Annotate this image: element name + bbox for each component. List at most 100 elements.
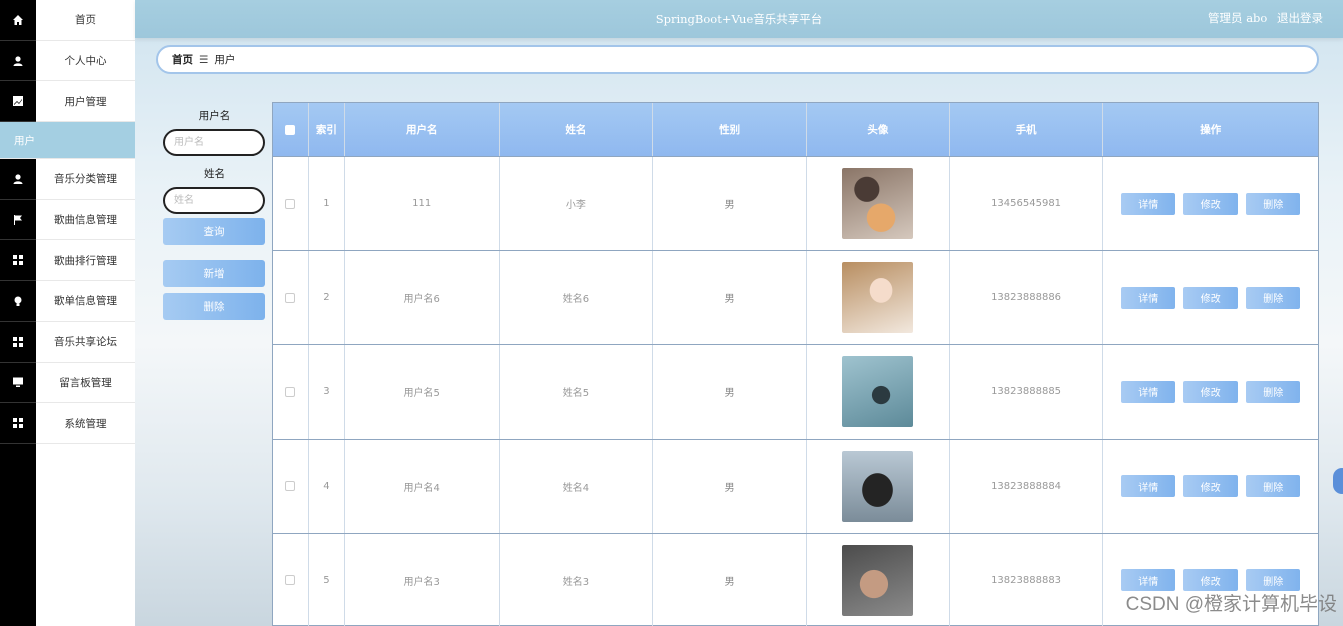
- sidebar-item-song-ranking[interactable]: 歌曲排行管理: [36, 240, 135, 282]
- cell-gender: 男: [653, 439, 807, 533]
- detail-button[interactable]: 详情: [1121, 380, 1176, 403]
- grid-icon[interactable]: [0, 322, 36, 363]
- cell-phone: 13823888884: [950, 439, 1104, 533]
- header-gender: 性别: [653, 103, 807, 156]
- query-button[interactable]: 查询: [163, 218, 265, 245]
- cell-index: 4: [309, 439, 345, 533]
- cell-name: 姓名3: [500, 533, 654, 626]
- edit-button[interactable]: 修改: [1183, 475, 1239, 498]
- header-avatar: 头像: [807, 103, 950, 156]
- cell-phone: 13456545981: [950, 157, 1104, 251]
- delete-button[interactable]: 删除: [1246, 475, 1301, 498]
- header-phone: 手机: [950, 103, 1104, 156]
- batch-delete-button[interactable]: 删除: [163, 293, 265, 320]
- breadcrumb-separator-icon: ☰: [199, 53, 209, 66]
- edit-button[interactable]: 修改: [1183, 192, 1239, 215]
- top-header: SpringBoot+Vue音乐共享平台 管理员 abo 退出登录: [135, 0, 1343, 38]
- row-checkbox[interactable]: [285, 481, 296, 492]
- logout-link[interactable]: 退出登录: [1277, 11, 1323, 25]
- cell-gender: 男: [653, 533, 807, 626]
- cell-username: 用户名4: [345, 439, 500, 533]
- delete-button[interactable]: 删除: [1246, 286, 1301, 309]
- cell-index: 2: [309, 251, 345, 345]
- grid-icon[interactable]: [0, 240, 36, 282]
- avatar: [842, 262, 914, 334]
- name-search-input[interactable]: [163, 187, 265, 214]
- sidebar-item-song-info[interactable]: 歌曲信息管理: [36, 200, 135, 241]
- row-checkbox[interactable]: [285, 386, 296, 397]
- table-row: 2 用户名6 姓名6 男 13823888886 详情 修改 删除: [273, 250, 1318, 345]
- select-all-cell: [273, 103, 309, 156]
- grid-icon[interactable]: [0, 403, 36, 444]
- app-title: SpringBoot+Vue音乐共享平台: [655, 12, 823, 26]
- avatar: [842, 544, 914, 616]
- sidebar-item-users[interactable]: 用户: [0, 122, 135, 160]
- cell-gender: 男: [653, 251, 807, 345]
- table-row: 3 用户名5 姓名5 男 13823888885 详情 修改 删除: [273, 344, 1318, 439]
- cell-username: 用户名6: [345, 251, 500, 345]
- cell-name: 小李: [500, 157, 654, 251]
- detail-button[interactable]: 详情: [1121, 192, 1176, 215]
- cell-username: 用户名5: [345, 345, 500, 439]
- cell-name: 姓名6: [500, 251, 654, 345]
- floating-side-button[interactable]: [1333, 468, 1343, 494]
- detail-button[interactable]: 详情: [1121, 286, 1176, 309]
- cell-name: 姓名5: [500, 345, 654, 439]
- avatar: [842, 356, 914, 428]
- monitor-icon[interactable]: [0, 363, 36, 404]
- cell-gender: 男: [653, 345, 807, 439]
- add-button[interactable]: 新增: [163, 260, 265, 287]
- chart-icon[interactable]: [0, 81, 36, 123]
- header-name: 姓名: [500, 103, 654, 156]
- breadcrumb: 首页 ☰ 用户: [156, 45, 1319, 74]
- cell-name: 姓名4: [500, 439, 654, 533]
- sidebar-item-forum[interactable]: 音乐共享论坛: [36, 322, 135, 363]
- breadcrumb-current: 用户: [214, 54, 236, 66]
- name-label: 姓名: [204, 168, 225, 180]
- sidebar-item-personal-center[interactable]: 个人中心: [36, 41, 135, 82]
- sidebar-item-playlist-info[interactable]: 歌单信息管理: [36, 281, 135, 322]
- edit-button[interactable]: 修改: [1183, 380, 1239, 403]
- row-checkbox[interactable]: [285, 198, 296, 209]
- table-header: 索引 用户名 姓名 性别 头像 手机 操作: [273, 103, 1318, 156]
- user-icon[interactable]: [0, 41, 36, 82]
- user-icon[interactable]: [0, 159, 36, 200]
- sidebar-item-system[interactable]: 系统管理: [36, 403, 135, 444]
- sidebar-item-user-management[interactable]: 用户管理: [36, 81, 135, 123]
- table-row: 1 111 小李 男 13456545981 详情 修改 删除: [273, 156, 1318, 251]
- cell-index: 1: [309, 157, 345, 251]
- cell-phone: 13823888885: [950, 345, 1104, 439]
- delete-button[interactable]: 删除: [1246, 192, 1301, 215]
- sidebar-item-message-board[interactable]: 留言板管理: [36, 363, 135, 404]
- cell-index: 5: [309, 533, 345, 626]
- username-search-input[interactable]: [163, 129, 265, 156]
- user-table: 索引 用户名 姓名 性别 头像 手机 操作 1 111 小李 男 1345654…: [272, 102, 1319, 626]
- cell-phone: 13823888886: [950, 251, 1104, 345]
- edit-button[interactable]: 修改: [1183, 286, 1239, 309]
- table-row: 4 用户名4 姓名4 男 13823888884 详情 修改 删除: [273, 438, 1318, 533]
- header-actions: 操作: [1200, 124, 1222, 136]
- header-user-area: 管理员 abo 退出登录: [1202, 10, 1323, 26]
- cell-index: 3: [309, 345, 345, 439]
- sidebar-item-home[interactable]: 首页: [36, 0, 135, 41]
- avatar: [842, 450, 914, 522]
- header-index: 索引: [309, 103, 345, 156]
- cell-phone: 13823888883: [950, 533, 1104, 626]
- sidebar-item-music-category[interactable]: 音乐分类管理: [36, 159, 135, 200]
- home-icon[interactable]: [0, 0, 36, 41]
- delete-button[interactable]: 删除: [1246, 380, 1301, 403]
- cell-username: 用户名3: [345, 533, 500, 626]
- row-checkbox[interactable]: [285, 575, 296, 586]
- header-username: 用户名: [345, 103, 500, 156]
- select-all-checkbox[interactable]: [285, 124, 296, 135]
- detail-button[interactable]: 详情: [1121, 475, 1176, 498]
- breadcrumb-home[interactable]: 首页: [172, 52, 193, 67]
- row-checkbox[interactable]: [285, 292, 296, 303]
- cell-gender: 男: [653, 157, 807, 251]
- flag-icon[interactable]: [0, 200, 36, 241]
- username-label: 用户名: [198, 110, 231, 122]
- admin-user-label: 管理员 abo: [1208, 11, 1268, 25]
- sidebar-menu: 首页 个人中心 用户管理 用户 音乐分类管理 歌曲信息管理 歌曲排行管理 歌单信…: [0, 0, 135, 626]
- bulb-icon[interactable]: [0, 281, 36, 322]
- sidebar-icon-strip: [0, 0, 36, 626]
